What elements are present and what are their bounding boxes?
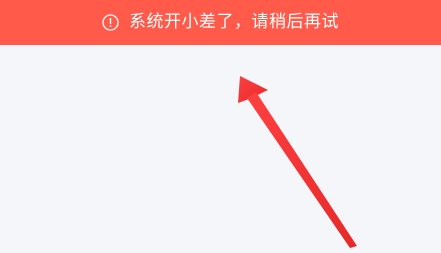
error-banner-content: 系统开小差了，请稍后再试 xyxy=(102,14,339,31)
error-message: 系统开小差了，请稍后再试 xyxy=(129,12,339,32)
error-banner: 系统开小差了，请稍后再试 xyxy=(0,0,441,45)
content-area xyxy=(0,45,441,253)
exclamation-circle-icon xyxy=(102,14,119,31)
